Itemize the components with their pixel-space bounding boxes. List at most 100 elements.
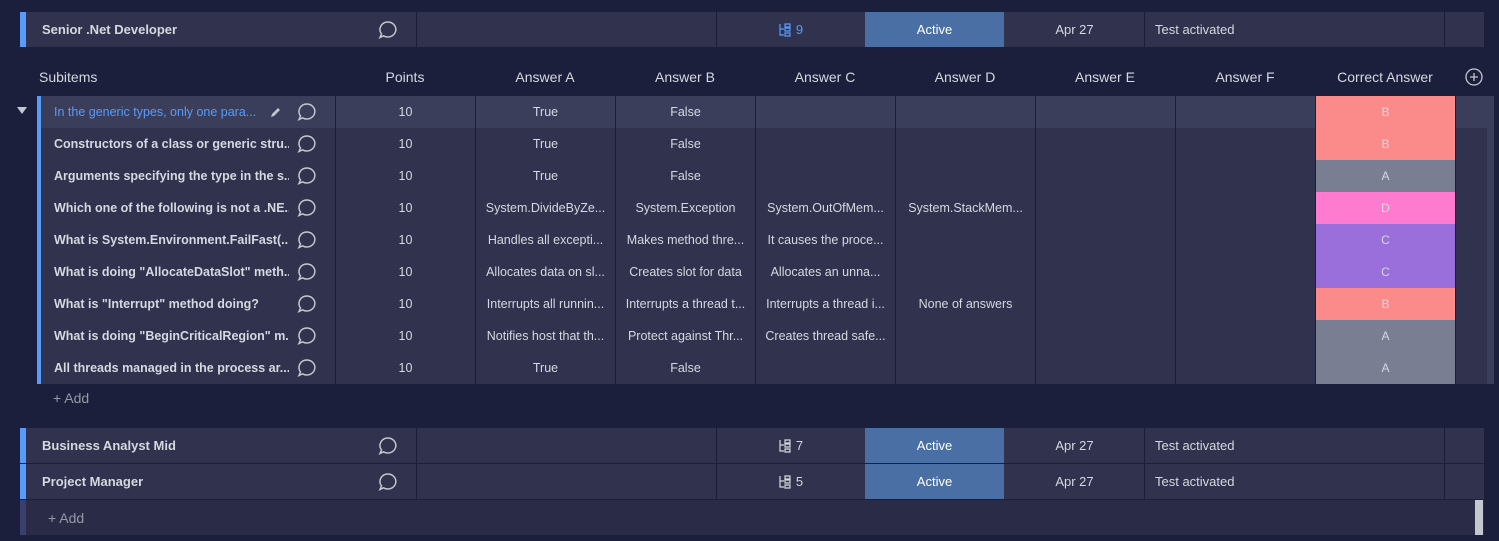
answer-c-cell[interactable] — [756, 96, 895, 128]
conversation-icon[interactable] — [377, 435, 399, 457]
answer-c-cell[interactable]: System.OutOfMem... — [756, 192, 895, 224]
conversation-icon[interactable] — [296, 197, 318, 219]
item-row[interactable]: Project Manager 5 Active Apr 27 Test act… — [20, 464, 1484, 499]
conversation-icon[interactable] — [296, 165, 318, 187]
answer-e-column-header[interactable]: Answer E — [1035, 61, 1175, 93]
answer-f-cell[interactable] — [1176, 224, 1315, 256]
answer-f-column-header[interactable]: Answer F — [1175, 61, 1315, 93]
points-cell[interactable]: 10 — [336, 224, 475, 256]
answer-a-cell[interactable]: System.DivideByZe... — [476, 192, 615, 224]
answer-f-cell[interactable] — [1176, 96, 1315, 128]
add-item-button[interactable]: + Add — [48, 510, 84, 526]
status-badge[interactable]: Active — [865, 464, 1004, 499]
answer-a-cell[interactable]: Allocates data on sl... — [476, 256, 615, 288]
subitem-name[interactable]: What is System.Environment.FailFast(... — [54, 224, 289, 256]
answer-d-cell[interactable] — [896, 352, 1035, 384]
answer-c-column-header[interactable]: Answer C — [755, 61, 895, 93]
points-cell[interactable]: 10 — [336, 160, 475, 192]
answer-a-cell[interactable]: True — [476, 160, 615, 192]
answer-f-cell[interactable] — [1176, 160, 1315, 192]
subitem-row[interactable]: What is System.Environment.FailFast(... 1… — [37, 224, 1494, 256]
text-cell[interactable]: Test activated — [1155, 428, 1435, 463]
subitem-name[interactable]: In the generic types, only one para... — [54, 96, 264, 128]
subitem-name[interactable]: What is doing "AllocateDataSlot" meth... — [54, 256, 289, 288]
answer-d-cell[interactable] — [896, 256, 1035, 288]
answer-c-cell[interactable]: Interrupts a thread i... — [756, 288, 895, 320]
subitem-name[interactable]: What is doing "BeginCriticalRegion" m... — [54, 320, 289, 352]
conversation-icon[interactable] — [296, 293, 318, 315]
points-cell[interactable]: 10 — [336, 128, 475, 160]
subitems-count[interactable]: 9 — [717, 12, 864, 47]
answer-d-cell[interactable] — [896, 224, 1035, 256]
text-cell[interactable]: Test activated — [1155, 464, 1435, 499]
answer-e-cell[interactable] — [1036, 96, 1175, 128]
points-column-header[interactable]: Points — [335, 61, 475, 93]
answer-b-cell[interactable]: Protect against Thr... — [616, 320, 755, 352]
answer-d-cell[interactable]: System.StackMem... — [896, 192, 1035, 224]
answer-c-cell[interactable]: Creates thread safe... — [756, 320, 895, 352]
answer-e-cell[interactable] — [1036, 224, 1175, 256]
points-cell[interactable]: 10 — [336, 320, 475, 352]
subitem-row[interactable]: Which one of the following is not a .NE.… — [37, 192, 1494, 224]
answer-f-cell[interactable] — [1176, 352, 1315, 384]
answer-f-cell[interactable] — [1176, 128, 1315, 160]
answer-d-cell[interactable]: None of answers — [896, 288, 1035, 320]
subitem-row[interactable]: Constructors of a class or generic stru.… — [37, 128, 1494, 160]
correct-answer-badge[interactable]: A — [1316, 160, 1455, 192]
scrollbar[interactable] — [1475, 500, 1483, 535]
answer-b-cell[interactable]: False — [616, 96, 755, 128]
answer-e-cell[interactable] — [1036, 288, 1175, 320]
answer-a-column-header[interactable]: Answer A — [475, 61, 615, 93]
answer-b-cell[interactable]: False — [616, 128, 755, 160]
points-cell[interactable]: 10 — [336, 288, 475, 320]
subitem-row[interactable]: In the generic types, only one para... 10… — [37, 96, 1494, 128]
answer-f-cell[interactable] — [1176, 256, 1315, 288]
correct-answer-badge[interactable]: D — [1316, 192, 1455, 224]
item-row[interactable]: Senior .Net Developer 9 Active Apr 27 Te… — [20, 12, 1484, 47]
status-badge[interactable]: Active — [865, 12, 1004, 47]
subitem-row[interactable]: All threads managed in the process ar...… — [37, 352, 1494, 384]
points-cell[interactable]: 10 — [336, 256, 475, 288]
answer-d-cell[interactable] — [896, 160, 1035, 192]
conversation-icon[interactable] — [377, 471, 399, 493]
answer-b-cell[interactable]: System.Exception — [616, 192, 755, 224]
collapse-arrow-icon[interactable] — [17, 107, 27, 115]
answer-e-cell[interactable] — [1036, 320, 1175, 352]
answer-e-cell[interactable] — [1036, 352, 1175, 384]
subitem-row[interactable]: Arguments specifying the type in the s..… — [37, 160, 1494, 192]
answer-c-cell[interactable] — [756, 128, 895, 160]
subitem-row[interactable]: What is "Interrupt" method doing? 10 Inter… — [37, 288, 1494, 320]
answer-c-cell[interactable] — [756, 352, 895, 384]
conversation-icon[interactable] — [296, 325, 318, 347]
correct-answer-badge[interactable]: B — [1316, 288, 1455, 320]
subitem-name[interactable]: Which one of the following is not a .NE.… — [54, 192, 289, 224]
answer-c-cell[interactable]: It causes the proce... — [756, 224, 895, 256]
subitem-row[interactable]: What is doing "BeginCriticalRegion" m...… — [37, 320, 1494, 352]
correct-answer-badge[interactable]: C — [1316, 224, 1455, 256]
answer-e-cell[interactable] — [1036, 256, 1175, 288]
correct-answer-badge[interactable]: B — [1316, 96, 1455, 128]
answer-b-cell[interactable]: Interrupts a thread t... — [616, 288, 755, 320]
answer-d-cell[interactable] — [896, 320, 1035, 352]
date-cell[interactable]: Apr 27 — [1005, 12, 1144, 47]
answer-d-cell[interactable] — [896, 96, 1035, 128]
date-cell[interactable]: Apr 27 — [1005, 464, 1144, 499]
item-name[interactable]: Business Analyst Mid — [42, 428, 382, 463]
conversation-icon[interactable] — [296, 357, 318, 379]
item-name[interactable]: Project Manager — [42, 464, 382, 499]
answer-b-cell[interactable]: False — [616, 160, 755, 192]
answer-b-cell[interactable]: Makes method thre... — [616, 224, 755, 256]
answer-c-cell[interactable] — [756, 160, 895, 192]
subitem-name[interactable]: What is "Interrupt" method doing? — [54, 288, 289, 320]
answer-a-cell[interactable]: Notifies host that th... — [476, 320, 615, 352]
answer-d-column-header[interactable]: Answer D — [895, 61, 1035, 93]
conversation-icon[interactable] — [296, 229, 318, 251]
conversation-icon[interactable] — [377, 19, 399, 41]
subitems-count[interactable]: 5 — [717, 464, 864, 499]
text-cell[interactable]: Test activated — [1155, 12, 1435, 47]
add-subitem-button[interactable]: + Add — [53, 390, 89, 408]
date-cell[interactable]: Apr 27 — [1005, 428, 1144, 463]
edit-pencil-icon[interactable] — [270, 106, 282, 118]
answer-c-cell[interactable]: Allocates an unna... — [756, 256, 895, 288]
answer-a-cell[interactable]: True — [476, 96, 615, 128]
